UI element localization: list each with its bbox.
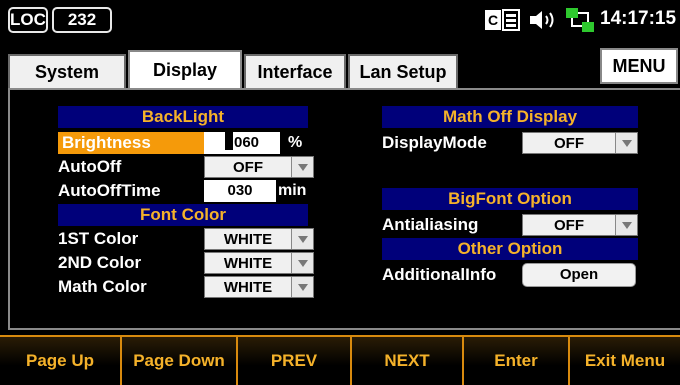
- second-color-dropdown[interactable]: WHITE: [204, 252, 314, 274]
- speaker-icon: [530, 11, 554, 29]
- first-color-label: 1ST Color: [58, 229, 139, 248]
- brightness-unit: %: [288, 134, 303, 151]
- dropdown-arrow-icon: [291, 229, 313, 249]
- autoofftime-field[interactable]: 030: [204, 180, 276, 202]
- menu-button[interactable]: MENU: [600, 48, 678, 84]
- autoofftime-unit: min: [278, 182, 307, 199]
- prev-softkey[interactable]: PREV: [236, 335, 350, 385]
- bigfont-option-header: BigFont Option: [382, 188, 638, 210]
- first-color-value: WHITE: [223, 231, 273, 248]
- additional-info-label: AdditionalInfo: [382, 265, 497, 284]
- brightness-label: Brightness: [58, 132, 204, 154]
- other-option-header: Other Option: [382, 238, 638, 260]
- tab-bar: System Display Interface Lan Setup MENU: [8, 48, 680, 88]
- antialiasing-label: Antialiasing: [382, 215, 479, 234]
- page-down-softkey[interactable]: Page Down: [120, 335, 236, 385]
- keyboard-lock-icon: C: [485, 9, 520, 31]
- autooff-label: AutoOff: [58, 157, 122, 176]
- loc-badge: LOC: [8, 7, 48, 33]
- brightness-field[interactable]: 060: [204, 132, 280, 154]
- autooff-dropdown[interactable]: OFF: [204, 156, 314, 178]
- dropdown-arrow-icon: [291, 253, 313, 273]
- math-off-display-header: Math Off Display: [382, 106, 638, 128]
- clock: 14:17:15: [600, 8, 677, 29]
- dropdown-arrow-icon: [291, 157, 313, 177]
- math-color-label: Math Color: [58, 277, 147, 296]
- backlight-header: BackLight: [58, 106, 308, 128]
- antialiasing-value: OFF: [554, 217, 584, 234]
- interface-badge: 232: [52, 7, 112, 33]
- enter-softkey[interactable]: Enter: [462, 335, 568, 385]
- font-color-header: Font Color: [58, 204, 308, 226]
- antialiasing-dropdown[interactable]: OFF: [522, 214, 638, 236]
- display-mode-dropdown[interactable]: OFF: [522, 132, 638, 154]
- math-color-value: WHITE: [223, 279, 273, 296]
- brightness-value: 060: [233, 134, 260, 151]
- dropdown-arrow-icon: [615, 215, 637, 235]
- page-up-softkey[interactable]: Page Up: [0, 335, 120, 385]
- dropdown-arrow-icon: [291, 277, 313, 297]
- dropdown-arrow-icon: [615, 133, 637, 153]
- tab-system[interactable]: System: [8, 54, 126, 88]
- tab-display[interactable]: Display: [128, 50, 242, 88]
- next-softkey[interactable]: NEXT: [350, 335, 462, 385]
- tab-interface[interactable]: Interface: [244, 54, 346, 88]
- status-bar: LOC 232 C 14:17:15: [0, 0, 680, 40]
- open-button[interactable]: Open: [522, 263, 636, 287]
- first-color-dropdown[interactable]: WHITE: [204, 228, 314, 250]
- softkey-bar: Page Up Page Down PREV NEXT Enter Exit M…: [0, 335, 680, 385]
- display-mode-value: OFF: [554, 135, 584, 152]
- exit-menu-softkey[interactable]: Exit Menu: [568, 335, 680, 385]
- second-color-value: WHITE: [223, 255, 273, 272]
- autooff-value: OFF: [233, 159, 263, 176]
- autoofftime-label: AutoOffTime: [58, 181, 161, 200]
- svg-text:C: C: [488, 12, 498, 28]
- math-color-dropdown[interactable]: WHITE: [204, 276, 314, 298]
- network-icon: [566, 8, 594, 32]
- display-mode-label: DisplayMode: [382, 133, 487, 152]
- display-settings-panel: BackLight Brightness 060 % AutoOff OFF A…: [8, 88, 680, 330]
- text-cursor: [224, 132, 233, 150]
- tab-lan-setup[interactable]: Lan Setup: [348, 54, 458, 88]
- second-color-label: 2ND Color: [58, 253, 142, 272]
